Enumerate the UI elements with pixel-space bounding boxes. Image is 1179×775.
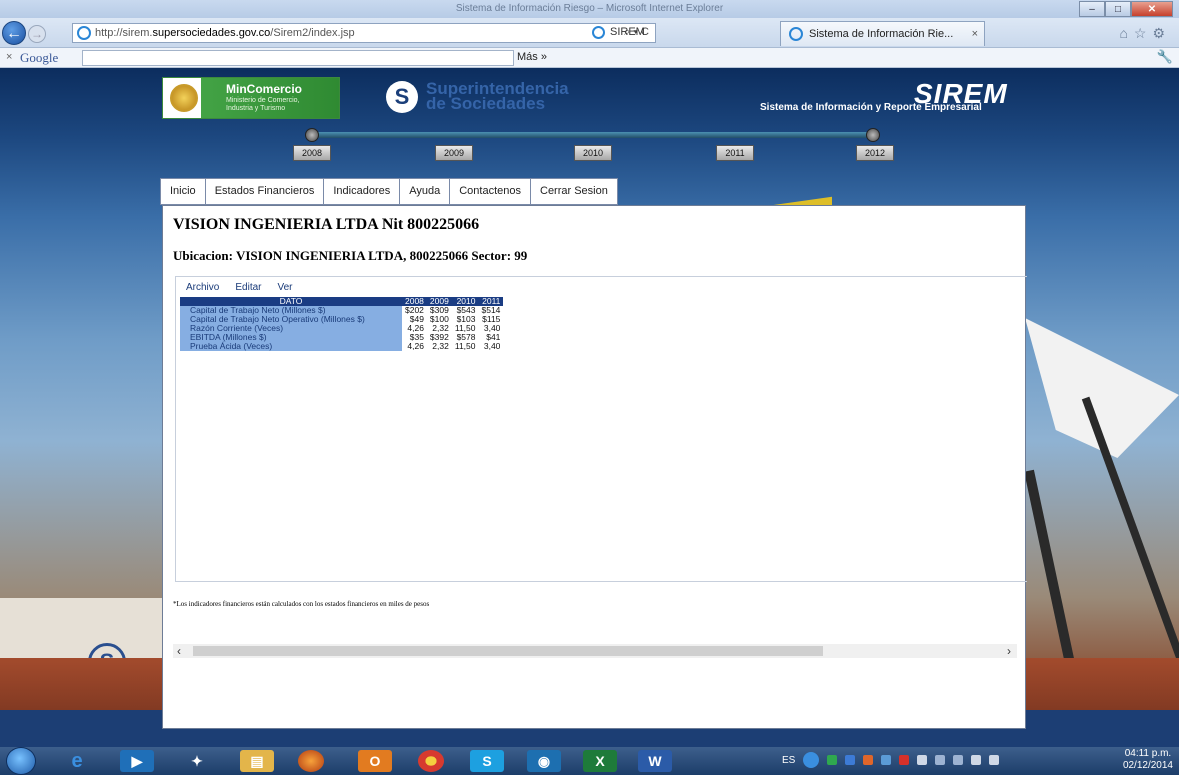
- cell-value: 3,40: [478, 342, 504, 351]
- report-viewer: Archivo Editar Ver DATO 2008 2009 2010 2…: [175, 276, 1027, 582]
- year-slider-knob-left[interactable]: [305, 128, 319, 142]
- google-toolbar: × Google Más » 🔧: [0, 48, 1179, 68]
- report-menu-editar[interactable]: Editar: [235, 282, 261, 293]
- year-button-2008[interactable]: 2008: [293, 145, 331, 161]
- menu-item-ayuda[interactable]: Ayuda: [399, 178, 451, 205]
- google-logo: Google: [20, 50, 59, 65]
- word-icon[interactable]: W: [638, 750, 672, 772]
- tray-display-icon[interactable]: [935, 755, 946, 765]
- menu-item-estados-financieros[interactable]: Estados Financieros: [204, 178, 325, 205]
- site-content: S MinComercio Ministerio de Comercio, In…: [0, 68, 1179, 747]
- windows-taskbar: e ▶ ✦ ▤ O S ◉ X W ES 04:11 p.m. 02/12/20…: [0, 747, 1179, 775]
- chrome-icon[interactable]: [418, 750, 444, 772]
- report-menu-archivo[interactable]: Archivo: [186, 282, 219, 293]
- tab-close-icon[interactable]: ×: [972, 28, 978, 40]
- year-button-2009[interactable]: 2009: [435, 145, 473, 161]
- window-titlebar: Sistema de Información Riesgo – Microsof…: [0, 0, 1179, 18]
- clock-date: 02/12/2014: [1122, 760, 1173, 771]
- company-location: Ubicacion: VISION INGENIERIA LTDA, 80022…: [173, 248, 528, 263]
- menu-item-indicadores[interactable]: Indicadores: [323, 178, 401, 205]
- window-controls: – □ ✕: [1079, 1, 1173, 17]
- home-favorites-settings-icons[interactable]: ⌂☆⚙: [1119, 25, 1171, 42]
- year-button-2011[interactable]: 2011: [716, 145, 754, 161]
- menu-item-cerrar-sesion[interactable]: Cerrar Sesion: [530, 178, 618, 205]
- close-icon[interactable]: ✕: [1131, 1, 1173, 17]
- clock-time: 04:11 p.m.: [1124, 748, 1172, 759]
- firefox-icon[interactable]: [298, 750, 324, 772]
- tab-active[interactable]: Sistema de Información Rie... ×: [780, 21, 985, 46]
- back-icon[interactable]: ←: [2, 21, 26, 45]
- language-indicator[interactable]: ES: [782, 755, 795, 766]
- row-label: Prueba Ácida (Veces): [180, 342, 402, 351]
- forward-icon[interactable]: →: [28, 25, 46, 43]
- tab-active-label: Sistema de Información Rie...: [809, 28, 954, 40]
- tray-monitor-icon[interactable]: [953, 755, 964, 765]
- cell-value: 2,32: [426, 342, 452, 351]
- browser-navbar: ← → http://sirem.supersociedades.gov.co/…: [0, 18, 1179, 48]
- indicators-table: DATO 2008 2009 2010 2011 Capital de Trab…: [180, 297, 504, 351]
- year-slider-knob-right[interactable]: [866, 128, 880, 142]
- mincomercio-title: MinComercio: [226, 82, 303, 96]
- skype-icon[interactable]: S: [470, 750, 504, 772]
- tray-blue-icon[interactable]: [845, 755, 856, 765]
- ie-favicon-icon: [77, 26, 91, 40]
- wrench-icon[interactable]: 🔧: [1157, 49, 1173, 65]
- menu-item-contactenos[interactable]: Contactenos: [449, 178, 531, 205]
- ie-tab-icon: [592, 26, 605, 39]
- maximize-icon[interactable]: □: [1105, 1, 1131, 17]
- scrollbar-thumb[interactable]: [193, 646, 823, 656]
- address-url[interactable]: http://sirem.supersociedades.gov.co/Sire…: [95, 27, 355, 39]
- excel-icon[interactable]: X: [583, 750, 617, 772]
- system-clock[interactable]: 04:11 p.m. 02/12/2014: [1123, 748, 1173, 772]
- outlook-icon[interactable]: O: [358, 750, 392, 772]
- sirem-subtitle: Sistema de Información y Reporte Empresa…: [760, 102, 982, 113]
- network-icon[interactable]: ✦: [180, 750, 214, 772]
- speaker-icon[interactable]: [971, 755, 982, 765]
- flag-icon[interactable]: [989, 755, 1000, 765]
- scroll-right-icon[interactable]: ›: [1007, 644, 1011, 658]
- cell-value: 4,26: [402, 342, 427, 351]
- company-title: VISION INGENIERIA LTDA Nit 800225066: [173, 216, 480, 233]
- tray-orange-icon[interactable]: [863, 755, 874, 765]
- table-row: Prueba Ácida (Veces) 4,26 2,32 11,50 3,4…: [180, 342, 504, 351]
- address-bar[interactable]: http://sirem.supersociedades.gov.co/Sire…: [72, 23, 656, 43]
- minimize-icon[interactable]: –: [1079, 1, 1105, 17]
- google-search-input[interactable]: [82, 50, 514, 66]
- year-slider-track[interactable]: [312, 132, 874, 138]
- cell-value: 11,50: [451, 342, 479, 351]
- media-player-icon[interactable]: ▶: [120, 750, 154, 772]
- tab-sirem[interactable]: SIREM: [584, 23, 645, 43]
- menu-item-inicio[interactable]: Inicio: [160, 178, 206, 205]
- year-button-2010[interactable]: 2010: [574, 145, 612, 161]
- tray-network-icon[interactable]: [881, 755, 892, 765]
- tab-sirem-label: SIREM: [610, 26, 645, 38]
- help-icon[interactable]: [803, 752, 820, 768]
- tray-arrow-icon[interactable]: [917, 755, 928, 765]
- toolbar-close-icon[interactable]: ×: [6, 51, 12, 63]
- system-tray: ES: [782, 752, 1000, 768]
- google-more-button[interactable]: Más »: [517, 51, 547, 63]
- tray-green-icon[interactable]: [827, 755, 838, 765]
- scroll-left-icon[interactable]: ‹: [177, 644, 181, 658]
- start-button-icon[interactable]: [6, 747, 36, 775]
- content-panel: VISION INGENIERIA LTDA Nit 800225066 Ubi…: [162, 205, 1027, 729]
- colombia-seal-icon: [170, 84, 198, 112]
- tray-red-icon[interactable]: [899, 755, 910, 765]
- ie-tab-icon: [789, 27, 803, 41]
- file-explorer-icon[interactable]: ▤: [240, 750, 274, 772]
- recording-icon[interactable]: ◉: [527, 750, 561, 772]
- horizontal-scrollbar[interactable]: ‹ ›: [173, 644, 1017, 658]
- internet-explorer-icon[interactable]: e: [60, 750, 94, 772]
- main-menu: Inicio Estados Financieros Indicadores A…: [160, 178, 618, 205]
- supersociedades-title: Superintendencia de Sociedades: [426, 79, 569, 113]
- report-menu: Archivo Editar Ver: [186, 282, 293, 293]
- supersociedades-logo-icon: S: [386, 81, 418, 113]
- footnote: *Los indicadores financieros están calcu…: [173, 600, 430, 608]
- mincomercio-logo: MinComercio Ministerio de Comercio, Indu…: [162, 77, 340, 119]
- mincomercio-subtitle: Ministerio de Comercio, Industria y Turi…: [226, 97, 300, 112]
- report-menu-ver[interactable]: Ver: [277, 282, 292, 293]
- window-title: Sistema de Información Riesgo – Microsof…: [455, 3, 724, 14]
- year-button-2012[interactable]: 2012: [856, 145, 894, 161]
